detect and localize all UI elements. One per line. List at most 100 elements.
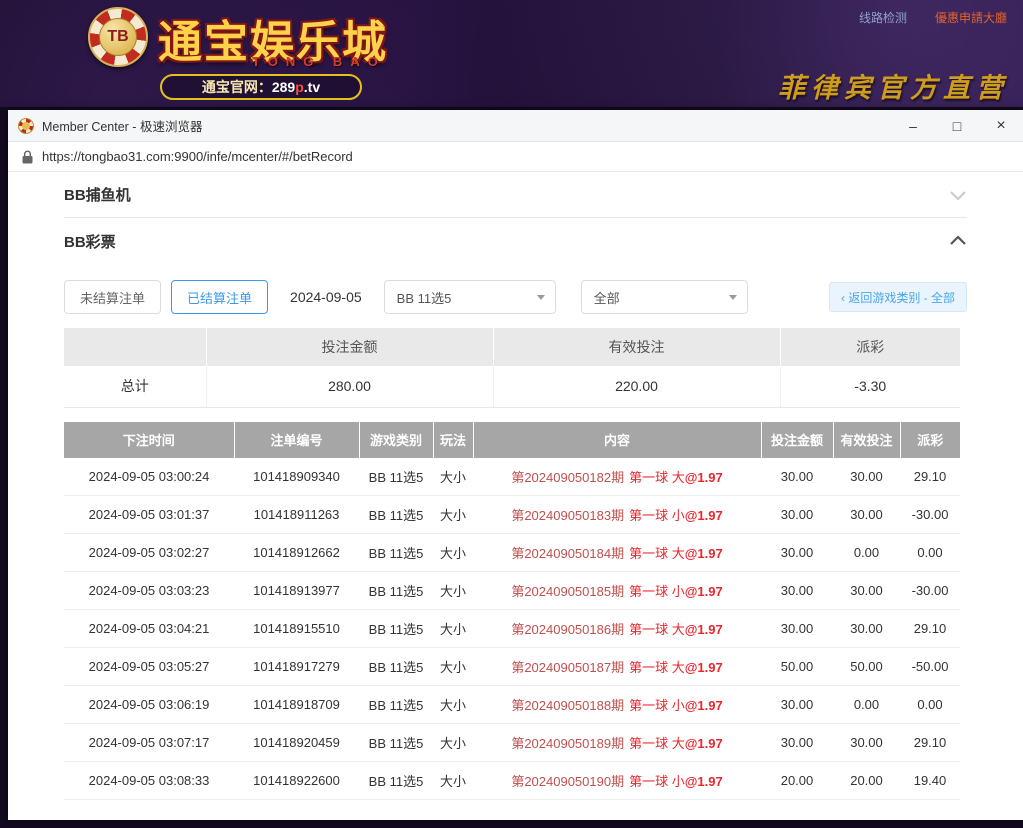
header-play-type: 玩法 [433, 422, 473, 458]
bet-time: 2024-09-05 03:02:27 [64, 534, 234, 572]
valid-bet: 20.00 [833, 762, 900, 800]
game-select[interactable]: BB 11选5 [384, 280, 556, 314]
valid-bet: 30.00 [833, 724, 900, 762]
bet-pick: 第一球 大 [629, 470, 685, 485]
table-row: 2024-09-05 03:07:17 101418920459 BB 11选5… [64, 724, 960, 762]
banner-links: 线路检测 優惠申請大廳 [859, 9, 1007, 26]
game-type: BB 11选5 [359, 762, 433, 800]
play-type: 大小 [433, 496, 473, 534]
chevron-down-icon [949, 189, 967, 201]
play-type: 大小 [433, 686, 473, 724]
summary-total-row: 总计 280.00 220.00 -3.30 [64, 366, 960, 407]
play-type: 大小 [433, 458, 473, 496]
valid-bet: 0.00 [833, 686, 900, 724]
bet-odds: @1.97 [685, 546, 723, 561]
period-number: 第202409050189期 [511, 736, 624, 751]
bet-pick: 第一球 大 [629, 660, 685, 675]
window-favicon [18, 118, 34, 134]
header-game-type: 游戏类别 [359, 422, 433, 458]
header-bet-time: 下注时间 [64, 422, 234, 458]
order-id: 101418918709 [234, 686, 359, 724]
valid-bet: 30.00 [833, 458, 900, 496]
payout: -50.00 [900, 648, 960, 686]
section-bb-lottery[interactable]: BB彩票 [64, 218, 967, 264]
bet-pick: 第一球 小 [629, 698, 685, 713]
summary-header-payout: 派彩 [780, 328, 960, 366]
line-check-link[interactable]: 线路检测 [859, 9, 907, 26]
bet-content: 第202409050182期第一球 大@1.97 [473, 458, 761, 496]
chevron-down-icon [729, 295, 737, 300]
bet-amount: 30.00 [761, 610, 833, 648]
official-site-pill: 通宝官网： 289 p .tv [160, 74, 362, 100]
bet-records-table: 下注时间 注单编号 游戏类别 玩法 内容 投注金额 有效投注 派彩 2024-0… [64, 422, 960, 801]
summary-header-blank [64, 328, 206, 366]
minimize-button[interactable]: – [891, 110, 935, 142]
bet-odds: @1.97 [685, 698, 723, 713]
game-type: BB 11选5 [359, 458, 433, 496]
url-text[interactable]: https://tongbao31.com:9900/infe/mcenter/… [42, 149, 353, 164]
game-type: BB 11选5 [359, 534, 433, 572]
play-type: 大小 [433, 534, 473, 572]
bet-content: 第202409050190期第一球 小@1.97 [473, 762, 761, 800]
window-titlebar: Member Center - 极速浏览器 – □ × [8, 110, 1023, 142]
back-to-game-category-button[interactable]: ‹ 返回游戏类别 - 全部 [829, 282, 967, 312]
site-domain-p: p [295, 79, 304, 95]
bet-pick: 第一球 大 [629, 736, 685, 751]
payout: -30.00 [900, 496, 960, 534]
game-type: BB 11选5 [359, 572, 433, 610]
summary-total-label: 总计 [64, 366, 206, 407]
payout: 29.10 [900, 724, 960, 762]
header-valid-bet: 有效投注 [833, 422, 900, 458]
bet-amount: 50.00 [761, 648, 833, 686]
casino-chip-logo: TB [88, 7, 148, 67]
bet-amount: 30.00 [761, 724, 833, 762]
window-title: Member Center - 极速浏览器 [42, 116, 202, 135]
payout: -30.00 [900, 572, 960, 610]
period-number: 第202409050184期 [511, 546, 624, 561]
official-site-label: 通宝官网： [202, 77, 272, 97]
bet-content: 第202409050183期第一球 小@1.97 [473, 496, 761, 534]
section-bb-fishing[interactable]: BB捕鱼机 [64, 172, 967, 218]
payout: 0.00 [900, 534, 960, 572]
date-picker[interactable]: 2024-09-05 [290, 289, 362, 305]
bet-table-header-row: 下注时间 注单编号 游戏类别 玩法 内容 投注金额 有效投注 派彩 [64, 422, 960, 458]
maximize-button[interactable]: □ [935, 110, 979, 142]
bet-pick: 第一球 小 [629, 774, 685, 789]
section-title-lottery: BB彩票 [64, 231, 116, 252]
settled-bets-button[interactable]: 已结算注单 [171, 280, 268, 314]
game-type: BB 11选5 [359, 686, 433, 724]
bet-odds: @1.97 [685, 470, 723, 485]
summary-header-valid: 有效投注 [493, 328, 780, 366]
game-type: BB 11选5 [359, 648, 433, 686]
promo-apply-link[interactable]: 優惠申請大廳 [935, 9, 1007, 26]
payout: 19.40 [900, 762, 960, 800]
section-title-fishing: BB捕鱼机 [64, 184, 131, 205]
bet-time: 2024-09-05 03:01:37 [64, 496, 234, 534]
table-row: 2024-09-05 03:00:24 101418909340 BB 11选5… [64, 458, 960, 496]
bet-amount: 30.00 [761, 686, 833, 724]
valid-bet: 30.00 [833, 496, 900, 534]
bet-amount: 30.00 [761, 534, 833, 572]
order-id: 101418909340 [234, 458, 359, 496]
period-number: 第202409050186期 [511, 622, 624, 637]
table-row: 2024-09-05 03:05:27 101418917279 BB 11选5… [64, 648, 960, 686]
table-row: 2024-09-05 03:04:21 101418915510 BB 11选5… [64, 610, 960, 648]
table-row: 2024-09-05 03:03:23 101418913977 BB 11选5… [64, 572, 960, 610]
close-button[interactable]: × [979, 110, 1023, 142]
unsettled-bets-button[interactable]: 未结算注单 [64, 280, 161, 314]
chip-monogram: TB [99, 18, 137, 56]
chevron-down-icon [537, 295, 545, 300]
scope-select[interactable]: 全部 [581, 280, 748, 314]
bet-amount: 30.00 [761, 458, 833, 496]
bet-odds: @1.97 [685, 660, 723, 675]
valid-bet: 30.00 [833, 572, 900, 610]
order-id: 101418911263 [234, 496, 359, 534]
bet-odds: @1.97 [685, 736, 723, 751]
summary-header-bet: 投注金额 [206, 328, 493, 366]
table-row: 2024-09-05 03:02:27 101418912662 BB 11选5… [64, 534, 960, 572]
bet-odds: @1.97 [685, 508, 723, 523]
payout: 0.00 [900, 686, 960, 724]
bet-record-page: BB捕鱼机 BB彩票 未结算注单 已结算注单 2024-09-05 BB 11选… [8, 172, 1023, 820]
game-type: BB 11选5 [359, 496, 433, 534]
bet-time: 2024-09-05 03:06:19 [64, 686, 234, 724]
